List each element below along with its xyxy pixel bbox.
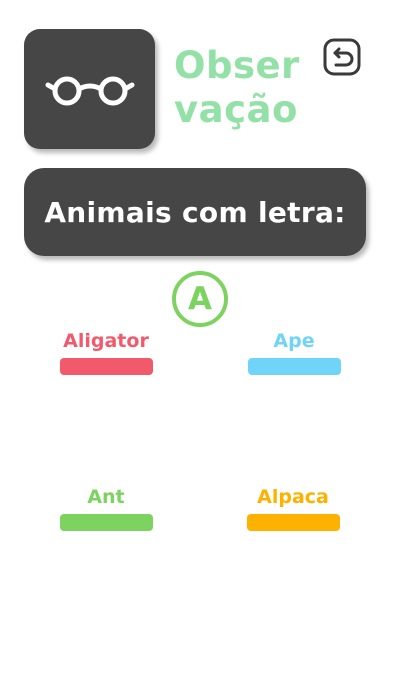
word-color-bar xyxy=(59,514,153,531)
observation-icon-tile xyxy=(24,29,155,149)
word-color-bar xyxy=(247,358,341,375)
word-option-2[interactable]: Ape xyxy=(247,330,341,375)
word-label: Alpaca xyxy=(257,486,329,508)
word-color-bar xyxy=(59,358,153,375)
letter-text: A xyxy=(188,281,212,317)
word-label: Ant xyxy=(87,486,125,508)
title-line-2: vação xyxy=(174,88,298,131)
glasses-icon xyxy=(45,76,134,106)
page-title: Obser vação xyxy=(174,44,314,132)
back-arrow-icon xyxy=(323,38,361,76)
instruction-banner: Animais com letra: xyxy=(24,168,366,256)
letter-badge: A xyxy=(172,271,228,327)
title-line-1: Obser xyxy=(174,44,300,87)
word-label: Ape xyxy=(273,330,315,352)
instruction-text: Animais com letra: xyxy=(44,195,346,229)
word-option-1[interactable]: Aligator xyxy=(59,330,153,375)
word-option-3[interactable]: Ant xyxy=(59,486,153,531)
word-color-bar xyxy=(246,514,340,531)
word-label: Aligator xyxy=(63,330,149,352)
back-button[interactable] xyxy=(322,37,362,77)
word-option-4[interactable]: Alpaca xyxy=(246,486,340,531)
